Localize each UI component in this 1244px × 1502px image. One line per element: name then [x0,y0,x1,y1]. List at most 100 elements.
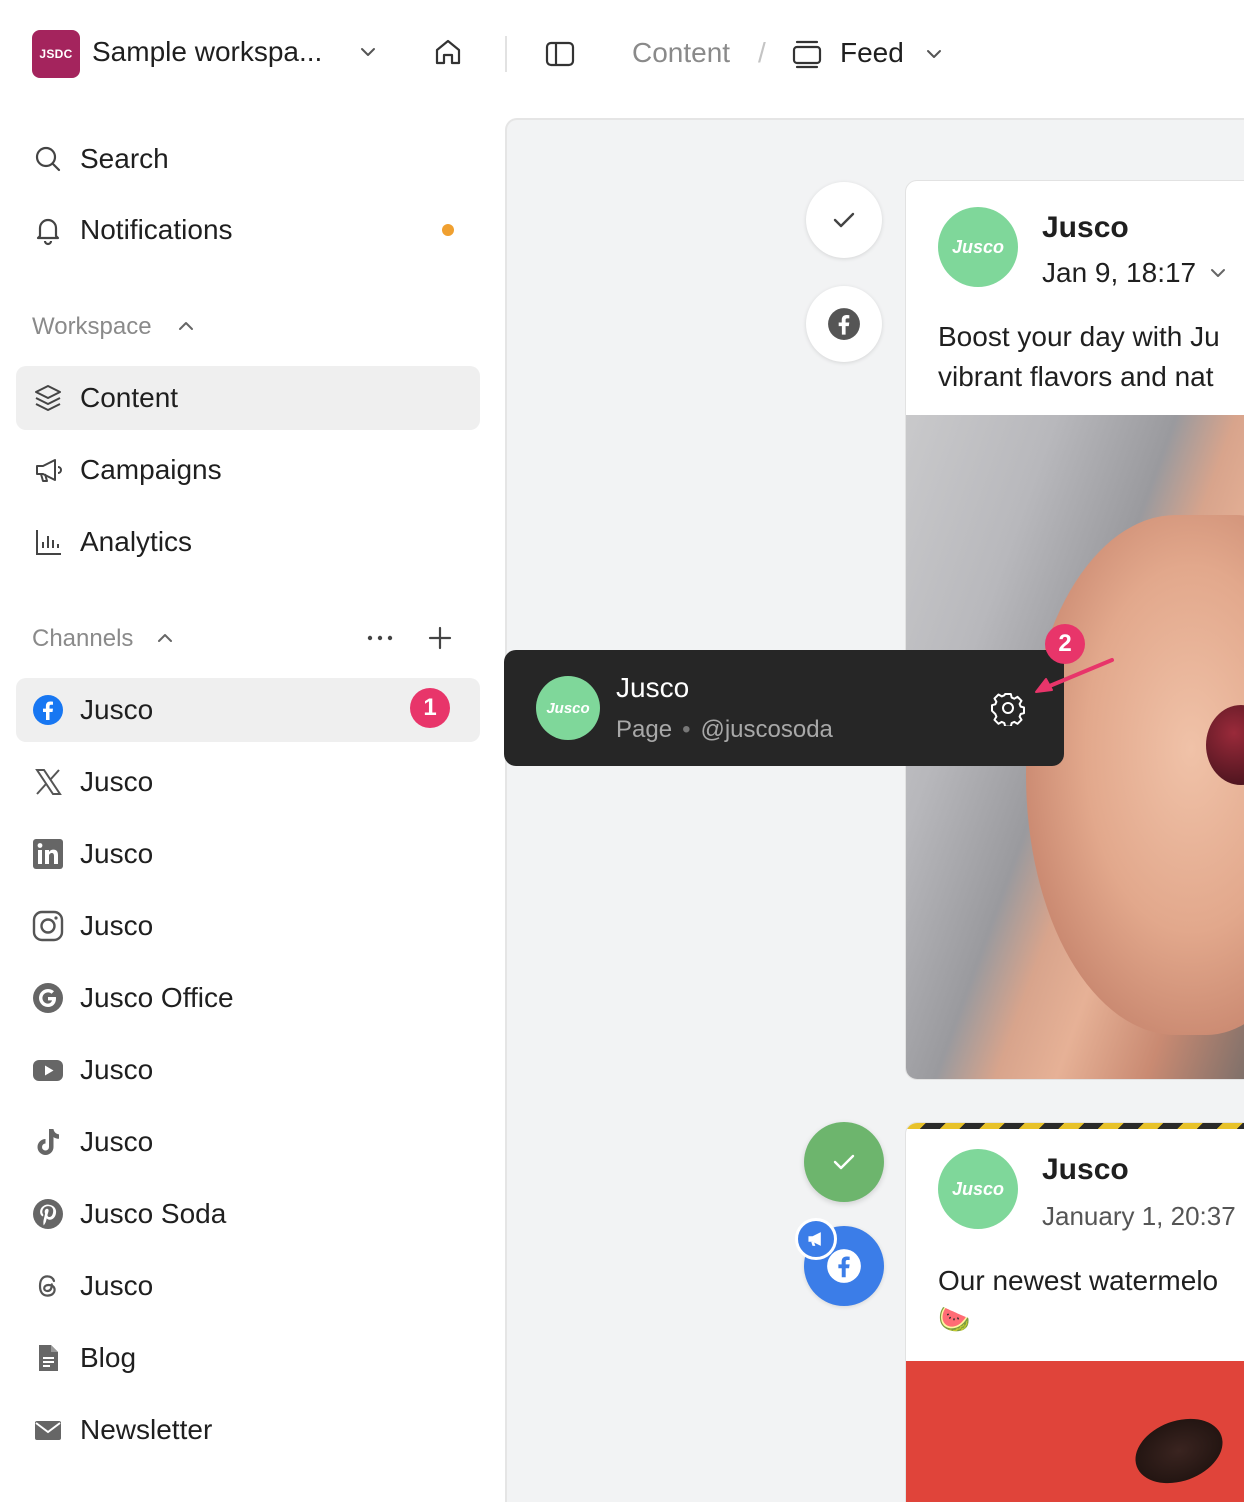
channel-tooltip: Jusco Jusco Page • @juscosoda [504,650,1064,766]
search-icon [35,146,61,172]
facebook-icon [827,1249,861,1283]
notification-dot [442,224,454,236]
workspace-logo[interactable]: JSDC [32,30,80,78]
post-emoji: 🍉 [938,1304,971,1334]
channel-item-newsletter[interactable]: Newsletter [16,1398,480,1462]
more-icon[interactable] [366,628,394,648]
check-icon [833,1154,855,1170]
chevron-down-icon[interactable] [358,42,378,62]
tooltip-handle: @juscosoda [700,716,833,743]
channel-label: Jusco [80,766,154,797]
campaign-badge [795,1218,837,1260]
avatar: Jusco [938,207,1018,287]
image-subject [1026,515,1244,1035]
sidebar-toggle-icon[interactable] [544,38,576,70]
tooltip-channel-name: Jusco [616,672,690,703]
channel-item-linkedin[interactable]: Jusco [16,822,480,886]
warning-stripe [906,1123,1244,1129]
mail-icon [35,1421,61,1440]
post-author: Jusco [1042,1153,1129,1186]
approve-button[interactable] [806,182,882,258]
step-badge: 1 [410,688,450,728]
tooltip-meta: Page • @juscosoda [616,716,833,744]
tooltip-type: Page [616,716,673,743]
add-icon[interactable] [428,626,452,650]
post-image[interactable] [906,1361,1244,1502]
section-label-workspace[interactable]: Workspace [32,313,152,341]
layers-icon [35,385,61,411]
channel-item-instagram[interactable]: Jusco [16,894,480,958]
channel-item-google[interactable]: Jusco Office [16,966,480,1030]
facebook-icon [33,695,63,725]
post-text: vibrant flavors and nat [938,361,1214,392]
sidebar-item-content[interactable]: Content [16,366,480,430]
chevron-up-icon[interactable] [155,628,175,648]
top-bar: JSDC Sample workspa... Content / Feed [0,0,1244,108]
document-icon [39,1345,58,1371]
home-icon[interactable] [432,36,464,68]
facebook-icon [828,308,860,340]
post-card[interactable]: Jusco Jusco January 1, 20:37 Our newest … [905,1122,1244,1502]
channel-label: Jusco Office [80,982,234,1013]
channel-label: Jusco Soda [80,1198,227,1229]
gear-icon[interactable] [990,690,1026,726]
breadcrumb-separator: / [758,37,766,68]
channel-label: Jusco [80,1126,154,1157]
breadcrumb-content[interactable]: Content [632,37,730,69]
section-label-channels[interactable]: Channels [32,625,133,653]
channel-label: Jusco [80,1054,154,1085]
post-text: Boost your day with Ju [938,321,1220,352]
image-detail [1126,1407,1232,1495]
instagram-icon [32,910,64,942]
chevron-up-icon[interactable] [176,316,196,336]
channel-item-youtube[interactable]: Jusco [16,1038,480,1102]
feed-icon [792,40,822,69]
tiktok-icon [37,1129,59,1155]
facebook-channel-button[interactable] [806,286,882,362]
sidebar-item-analytics[interactable]: Analytics [16,510,480,574]
channel-label: Jusco [80,1270,154,1301]
channel-label: Blog [80,1342,137,1373]
post-date[interactable]: Jan 9, 18:17 [1042,257,1196,289]
avatar: Jusco [536,676,600,740]
chevron-down-icon[interactable] [924,44,944,64]
bar-chart-icon [36,530,61,555]
sidebar-item-label: Search [80,143,169,174]
x-icon [35,769,62,795]
threads-icon [38,1275,56,1297]
sidebar-item-label: Content [80,382,179,413]
dot-separator: • [682,716,691,743]
avatar: Jusco [938,1149,1018,1229]
channel-item-tiktok[interactable]: Jusco [16,1110,480,1174]
channel-label: Jusco [80,910,154,941]
channel-item-blog[interactable]: Blog [16,1326,480,1390]
channel-label: Newsletter [80,1414,213,1445]
chevron-down-icon[interactable] [1208,263,1228,283]
approved-button[interactable] [804,1122,884,1202]
post-text: Our newest watermelo [938,1265,1219,1296]
bell-icon [36,218,60,246]
sidebar-item-campaigns[interactable]: Campaigns [16,438,480,502]
pinterest-icon [33,1199,63,1229]
channel-item-pinterest[interactable]: Jusco Soda [16,1182,480,1246]
channel-label: Jusco [80,838,154,869]
channel-item-x[interactable]: Jusco [16,750,480,814]
megaphone-icon [36,459,62,482]
sidebar-item-search[interactable]: Search [16,127,480,191]
arrow-icon [1035,658,1114,693]
sidebar-item-label: Notifications [80,214,233,245]
linkedin-icon [33,839,63,869]
channel-item-facebook[interactable]: Jusco 1 [16,678,480,742]
post-date[interactable]: January 1, 20:37 [1042,1201,1236,1232]
sidebar-item-label: Analytics [80,526,193,557]
workspace-name[interactable]: Sample workspa... [92,36,322,68]
check-icon [833,212,855,228]
channel-label: Jusco [80,694,154,725]
google-icon [33,983,63,1013]
sidebar-item-notifications[interactable]: Notifications [16,198,480,262]
divider [505,36,507,72]
sidebar-item-label: Campaigns [80,454,222,485]
channel-item-threads[interactable]: Jusco [16,1254,480,1318]
breadcrumb-feed[interactable]: Feed [840,37,904,69]
megaphone-icon [808,1232,821,1246]
